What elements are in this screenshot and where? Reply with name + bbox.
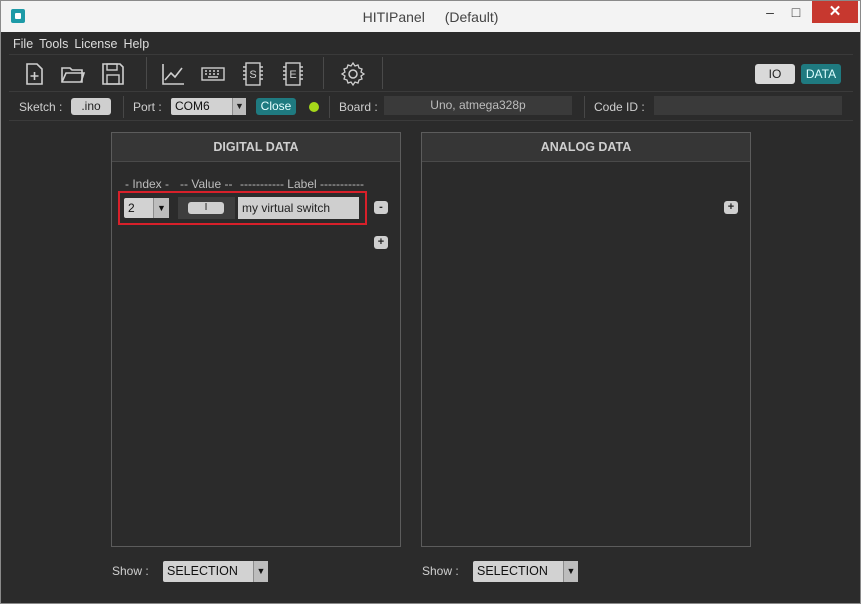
close-window-button[interactable]: ✕ xyxy=(812,1,858,23)
analog-data-panel: ANALOG DATA + xyxy=(421,132,751,547)
app-window: HITIPanel (Default) – □ ✕ File Tools Licen… xyxy=(0,0,861,604)
minimize-button[interactable]: – xyxy=(756,1,784,23)
view-io-button[interactable]: IO xyxy=(755,64,795,84)
label-column-header: ----------- Label ----------- xyxy=(240,177,364,191)
code-id-label: Code ID : xyxy=(594,100,645,114)
app-name: HITIPanel xyxy=(362,9,425,25)
port-label: Port : xyxy=(133,100,162,114)
analog-show-value: SELECTION xyxy=(477,564,548,578)
board-field: Uno, atmega328p xyxy=(384,96,572,115)
save-icon[interactable] xyxy=(100,61,126,87)
digital-data-panel: DIGITAL DATA - Index - -- Value -- -----… xyxy=(111,132,401,547)
value-column-header: -- Value -- xyxy=(180,177,233,191)
digital-show-value: SELECTION xyxy=(167,564,238,578)
close-port-button[interactable]: Close xyxy=(256,98,296,115)
add-analog-row-button[interactable]: + xyxy=(724,201,738,214)
chevron-down-icon: ▼ xyxy=(563,561,578,582)
profile-name: (Default) xyxy=(444,9,499,25)
chevron-down-icon: ▼ xyxy=(153,198,169,218)
title-bar: HITIPanel (Default) – □ ✕ xyxy=(1,1,860,32)
menu-license[interactable]: License xyxy=(70,33,119,51)
chart-icon[interactable] xyxy=(160,61,186,87)
analog-panel-title: ANALOG DATA xyxy=(422,133,750,162)
svg-text:S: S xyxy=(249,69,256,81)
label-input[interactable]: my virtual switch xyxy=(238,197,359,219)
settings-icon[interactable] xyxy=(340,61,366,87)
toolbar-separator xyxy=(323,57,324,89)
info-separator xyxy=(329,96,330,118)
port-select[interactable]: COM6 ▼ xyxy=(171,98,246,115)
value-cell: I xyxy=(178,197,235,219)
info-separator xyxy=(123,96,124,118)
port-value: COM6 xyxy=(175,99,210,113)
digital-show-label: Show : xyxy=(112,564,149,578)
sketch-file-button[interactable]: .ino xyxy=(71,98,111,115)
info-bar: Sketch : .ino Port : COM6 ▼ Close Board … xyxy=(9,93,853,121)
index-select[interactable]: 2 ▼ xyxy=(124,198,169,218)
digital-panel-title: DIGITAL DATA xyxy=(112,133,400,162)
remove-row-button[interactable]: - xyxy=(374,201,388,214)
window-title: HITIPanel (Default) xyxy=(1,9,860,25)
add-row-button[interactable]: + xyxy=(374,236,388,249)
analog-show-label: Show : xyxy=(422,564,459,578)
chevron-down-icon: ▼ xyxy=(253,561,268,582)
info-separator xyxy=(584,96,585,118)
eeprom-icon[interactable]: E xyxy=(280,61,306,87)
sketch-label: Sketch : xyxy=(19,100,63,114)
view-data-button[interactable]: DATA xyxy=(801,64,841,84)
digital-show-select[interactable]: SELECTION ▼ xyxy=(163,561,268,582)
menu-help[interactable]: Help xyxy=(119,33,151,51)
sketch-icon[interactable]: S xyxy=(240,61,266,87)
analog-show-select[interactable]: SELECTION ▼ xyxy=(473,561,578,582)
svg-text:E: E xyxy=(289,69,296,81)
open-folder-icon[interactable] xyxy=(60,61,86,87)
index-column-header: - Index - xyxy=(125,177,170,191)
index-value: 2 xyxy=(128,201,135,215)
value-toggle-switch[interactable]: I xyxy=(188,202,224,214)
maximize-button[interactable]: □ xyxy=(782,1,810,23)
toolbar-separator xyxy=(382,57,383,89)
code-id-field xyxy=(654,96,842,115)
toolbar: S E IO DATA xyxy=(9,55,853,92)
new-file-icon[interactable] xyxy=(21,61,47,87)
menu-tools[interactable]: Tools xyxy=(35,33,70,51)
keyboard-icon[interactable] xyxy=(200,61,226,87)
connection-status-led xyxy=(309,102,319,112)
board-label: Board : xyxy=(339,100,378,114)
menu-bar: File Tools License Help xyxy=(9,33,853,55)
menu-file[interactable]: File xyxy=(9,33,35,51)
chevron-down-icon: ▼ xyxy=(232,98,246,115)
toolbar-separator xyxy=(146,57,147,89)
